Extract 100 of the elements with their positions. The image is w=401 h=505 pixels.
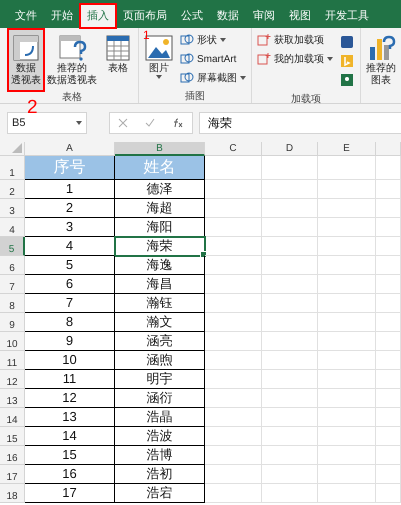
empty-cell	[376, 484, 401, 503]
empty-cell	[376, 275, 401, 294]
group-label: 插图	[184, 90, 206, 103]
table-cell: 11	[25, 370, 115, 389]
row-header[interactable]: 12	[0, 370, 25, 389]
ribbon-button[interactable]: 推荐的 图表	[364, 30, 398, 103]
table-cell: 海昌	[115, 275, 205, 294]
ribbon-button[interactable]: 数据 透视表	[9, 30, 43, 90]
empty-cell	[205, 484, 262, 503]
table-cell: 10	[25, 351, 115, 370]
row-header[interactable]: 17	[0, 465, 25, 484]
empty-cell	[262, 180, 318, 199]
empty-cell	[318, 408, 376, 427]
table-cell: 15	[25, 446, 115, 465]
ribbon-button[interactable]: 我的加载项	[255, 51, 335, 67]
ribbon-tab[interactable]: 视图	[282, 4, 318, 28]
app-icon[interactable]	[339, 72, 355, 88]
row-header[interactable]: 9	[0, 313, 25, 332]
column-header[interactable]	[376, 142, 401, 156]
empty-cell	[376, 389, 401, 408]
row-header[interactable]: 11	[0, 351, 25, 370]
pivot-table-icon	[11, 33, 41, 63]
empty-cell	[205, 275, 262, 294]
empty-cell	[376, 351, 401, 370]
header-cell: 序号	[25, 156, 115, 180]
empty-cell	[205, 389, 262, 408]
empty-cell	[262, 446, 318, 465]
table-cell: 海超	[115, 199, 205, 218]
row-header[interactable]: 2	[0, 180, 25, 199]
row-header[interactable]: 16	[0, 446, 25, 465]
row-header[interactable]: 5	[0, 237, 25, 256]
ribbon-tab[interactable]: 插入	[80, 4, 116, 28]
cancel-icon[interactable]	[118, 118, 128, 128]
function-icon[interactable]	[172, 118, 184, 128]
empty-cell	[376, 199, 401, 218]
ribbon-button[interactable]: SmartArt	[178, 51, 248, 67]
table-cell: 9	[25, 332, 115, 351]
ribbon-tab[interactable]: 页面布局	[116, 4, 174, 28]
empty-cell	[262, 218, 318, 237]
check-icon[interactable]	[144, 118, 155, 128]
caret-icon	[220, 38, 226, 42]
row-header[interactable]: 18	[0, 484, 25, 503]
ribbon-tab[interactable]: 审阅	[246, 4, 282, 28]
empty-cell	[205, 237, 262, 256]
empty-cell	[318, 313, 376, 332]
ribbon-tab[interactable]: 公式	[174, 4, 210, 28]
ribbon-tab[interactable]: 开始	[44, 4, 80, 28]
column-header[interactable]: E	[318, 142, 376, 156]
empty-cell	[318, 427, 376, 446]
ribbon-tab[interactable]: 数据	[210, 4, 246, 28]
empty-cell	[205, 313, 262, 332]
row-header[interactable]: 10	[0, 332, 25, 351]
empty-cell	[376, 156, 401, 180]
empty-cell	[262, 351, 318, 370]
ribbon-tab[interactable]: 开发工具	[318, 4, 376, 28]
caret-icon	[327, 57, 333, 61]
table-cell: 4	[25, 237, 115, 256]
empty-cell	[376, 427, 401, 446]
row-header[interactable]: 7	[0, 275, 25, 294]
row-header[interactable]: 14	[0, 408, 25, 427]
column-header[interactable]: D	[262, 142, 318, 156]
empty-cell	[262, 332, 318, 351]
ribbon-tab[interactable]: 文件	[8, 4, 44, 28]
empty-cell	[262, 370, 318, 389]
row-header[interactable]: 6	[0, 256, 25, 275]
empty-cell	[376, 313, 401, 332]
empty-cell	[318, 275, 376, 294]
app-icon[interactable]	[339, 34, 355, 50]
empty-cell	[205, 370, 262, 389]
row-header[interactable]: 15	[0, 427, 25, 446]
formula-field[interactable]: 海荣	[199, 112, 401, 134]
ribbon-button[interactable]: 推荐的 数据透视表	[45, 30, 99, 90]
empty-cell	[376, 370, 401, 389]
column-header[interactable]: B	[115, 142, 205, 156]
ribbon-button[interactable]: 形状	[178, 32, 248, 48]
row-header[interactable]: 4	[0, 218, 25, 237]
table-cell: 13	[25, 408, 115, 427]
empty-cell	[262, 313, 318, 332]
row-header[interactable]: 8	[0, 294, 25, 313]
table-cell: 涵亮	[115, 332, 205, 351]
empty-cell	[205, 427, 262, 446]
group-label: 加载项	[290, 92, 322, 106]
row-header[interactable]: 13	[0, 389, 25, 408]
table-cell: 8	[25, 313, 115, 332]
ribbon-button[interactable]: 获取加载项	[255, 32, 335, 48]
name-box[interactable]: B5	[7, 112, 87, 134]
ribbon-button[interactable]: 表格	[101, 30, 135, 90]
row-header[interactable]: 1	[0, 156, 25, 180]
caret-icon	[76, 121, 82, 125]
shape-icon	[180, 52, 194, 66]
empty-cell	[318, 351, 376, 370]
table-cell: 明宇	[115, 370, 205, 389]
column-header[interactable]: C	[205, 142, 262, 156]
table-cell: 12	[25, 389, 115, 408]
ribbon-button[interactable]: 屏幕截图	[178, 70, 248, 86]
shape-icon	[180, 33, 194, 47]
empty-cell	[376, 256, 401, 275]
caret-icon	[156, 75, 162, 79]
row-header[interactable]: 3	[0, 199, 25, 218]
empty-cell	[318, 294, 376, 313]
